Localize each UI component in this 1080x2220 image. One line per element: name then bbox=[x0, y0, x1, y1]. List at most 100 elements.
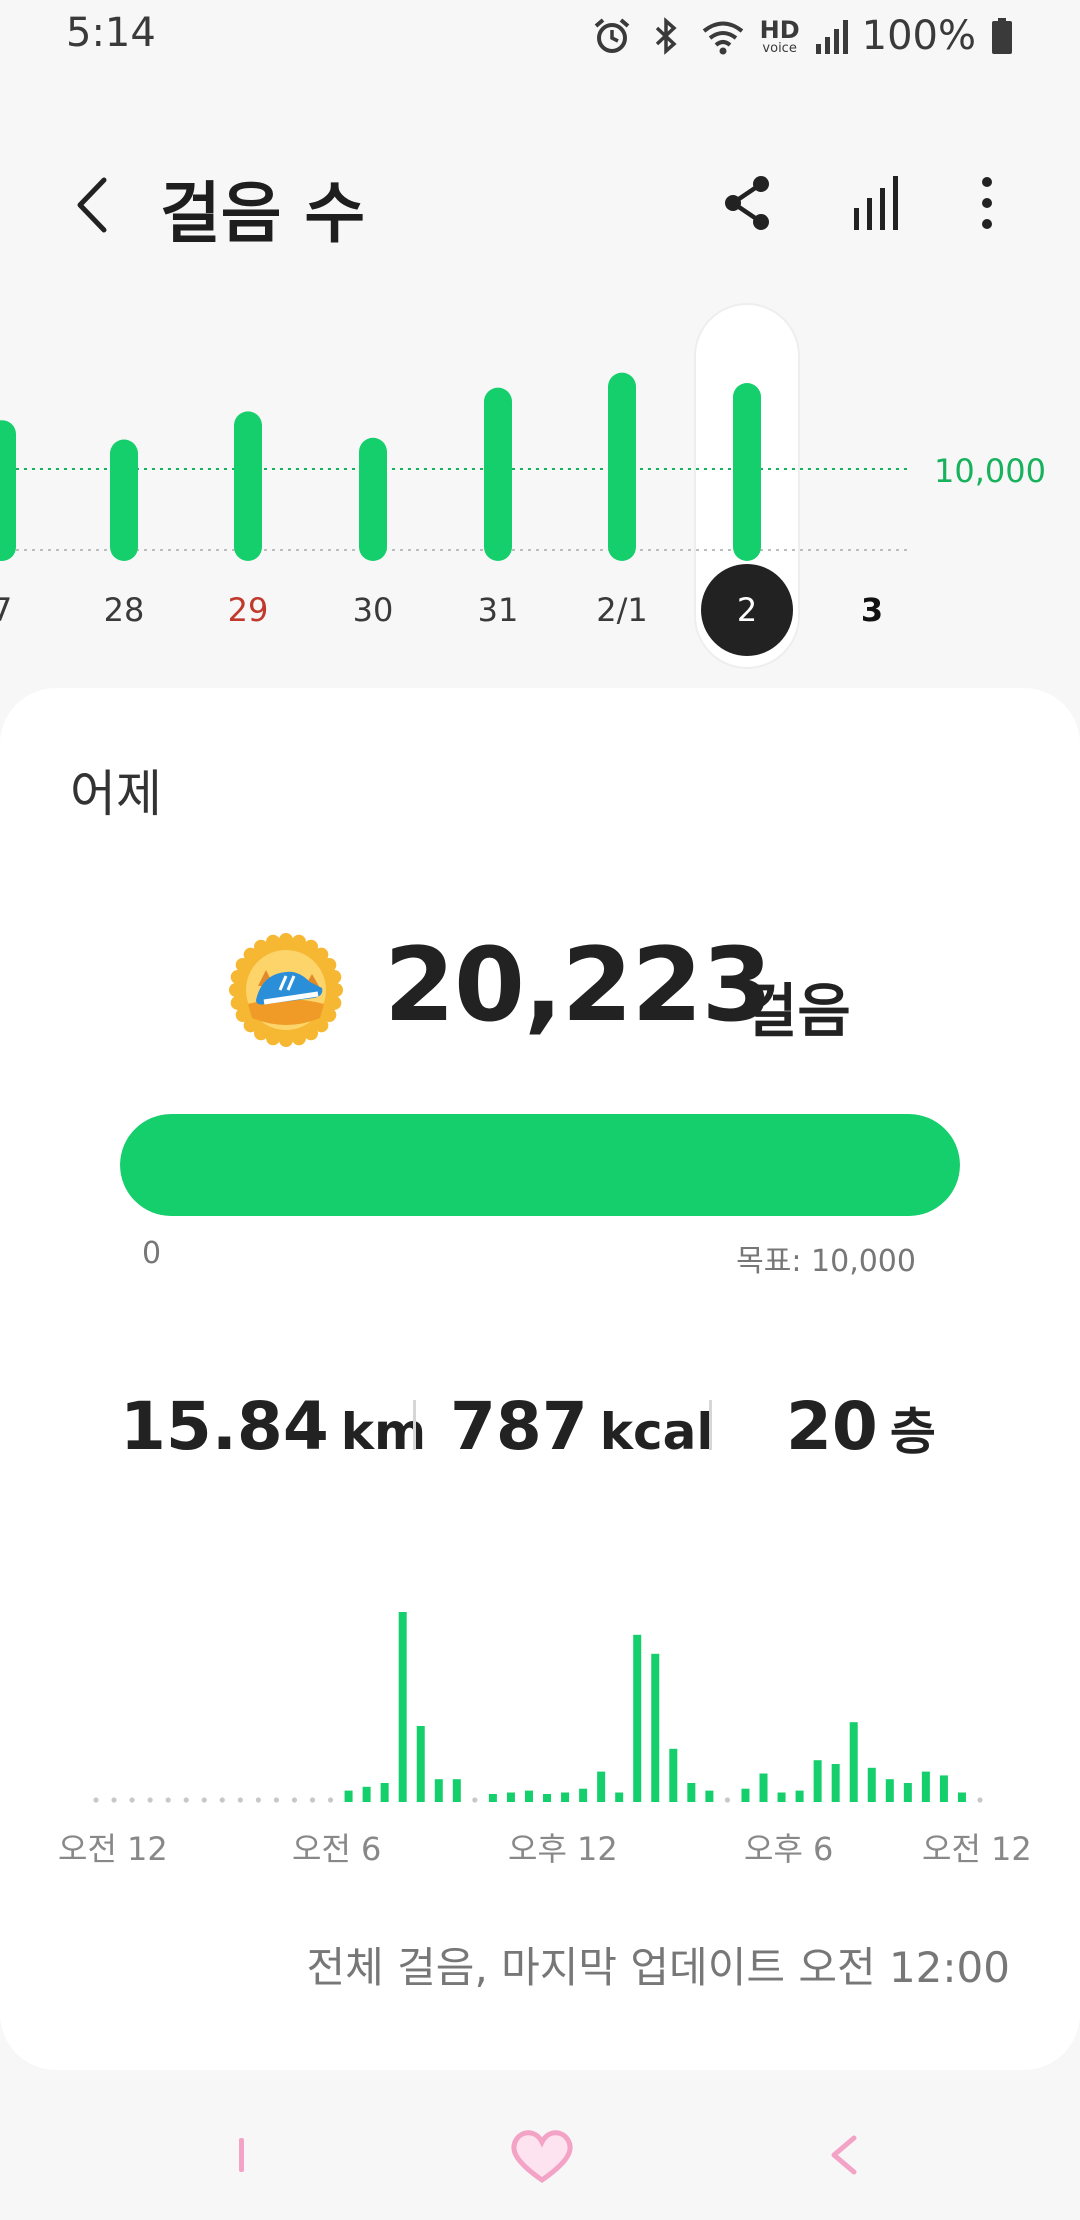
hour-dot bbox=[255, 1797, 261, 1803]
hour-bar bbox=[903, 1783, 912, 1802]
hour-dot bbox=[129, 1797, 135, 1803]
hour-bar bbox=[867, 1767, 876, 1802]
calories-stat: 787 kcal bbox=[450, 1388, 714, 1465]
week-day-label[interactable]: 31 bbox=[478, 591, 519, 629]
hour-bar bbox=[633, 1634, 642, 1802]
hour-dot bbox=[291, 1797, 298, 1803]
hour-dot bbox=[201, 1797, 207, 1803]
hour-bar bbox=[524, 1790, 533, 1802]
week-bar-29[interactable] bbox=[234, 411, 262, 561]
hour-bar bbox=[651, 1653, 660, 1802]
hour-dot bbox=[309, 1797, 316, 1803]
recent-apps-icon bbox=[239, 2138, 244, 2172]
alarm-icon bbox=[592, 16, 632, 56]
week-day-label[interactable]: 2 bbox=[737, 591, 757, 629]
hour-bar bbox=[669, 1748, 678, 1802]
hour-bar bbox=[831, 1764, 840, 1802]
more-options-button[interactable] bbox=[952, 168, 1022, 238]
goal-medal-icon bbox=[226, 930, 346, 1050]
home-button[interactable] bbox=[502, 2120, 582, 2190]
hour-bar bbox=[362, 1786, 371, 1802]
week-bar-7[interactable] bbox=[0, 420, 16, 561]
week-bar-31[interactable] bbox=[484, 387, 512, 561]
time-label: 오후 12 bbox=[508, 1830, 618, 1868]
last-update-note: 전체 걸음, 마지막 업데이트 오전 12:00 bbox=[306, 1943, 1010, 1992]
battery-percent: 100% bbox=[861, 13, 976, 59]
week-bar-2/1[interactable] bbox=[608, 372, 636, 561]
bluetooth-icon bbox=[646, 16, 686, 56]
hour-dot bbox=[237, 1797, 243, 1803]
nav-back-button[interactable] bbox=[802, 2120, 882, 2190]
hour-bar bbox=[795, 1790, 804, 1802]
hour-bar bbox=[506, 1792, 515, 1802]
goal-line-label: 10,000 bbox=[934, 452, 1046, 490]
calories-value: 787 bbox=[450, 1388, 588, 1465]
week-bar-30[interactable] bbox=[359, 437, 387, 561]
hour-dot bbox=[977, 1797, 983, 1803]
hour-bar bbox=[813, 1760, 822, 1802]
hour-bar bbox=[615, 1792, 624, 1802]
hd-voice-icon: HD voice bbox=[759, 15, 800, 56]
week-bar-28[interactable] bbox=[110, 439, 138, 561]
hour-dot bbox=[165, 1797, 171, 1803]
hour-dot bbox=[147, 1797, 153, 1803]
hour-bar bbox=[777, 1792, 786, 1802]
bar-chart-icon bbox=[854, 176, 898, 230]
hour-bar bbox=[687, 1783, 696, 1802]
hour-bar bbox=[561, 1792, 570, 1802]
more-vertical-icon bbox=[982, 177, 992, 229]
nav-back-icon bbox=[831, 2135, 857, 2175]
hour-bar bbox=[452, 1779, 461, 1802]
hour-bar bbox=[380, 1783, 389, 1802]
home-heart-icon bbox=[511, 2130, 573, 2184]
week-day-label[interactable]: 29 bbox=[228, 591, 269, 629]
goal-progress-fill bbox=[120, 1114, 960, 1216]
week-day-label[interactable]: 7 bbox=[0, 591, 12, 629]
hour-bar bbox=[488, 1794, 497, 1802]
hour-bar bbox=[398, 1612, 407, 1802]
hour-bar bbox=[939, 1775, 948, 1802]
status-time: 5:14 bbox=[66, 10, 156, 56]
hour-bar bbox=[344, 1790, 353, 1802]
hour-bar bbox=[597, 1771, 606, 1802]
stat-divider bbox=[709, 1400, 712, 1450]
hour-bar bbox=[759, 1773, 768, 1802]
distance-stat: 15.84 km bbox=[120, 1388, 426, 1465]
back-button[interactable] bbox=[66, 170, 126, 240]
share-button[interactable] bbox=[712, 168, 782, 238]
hour-dot bbox=[273, 1797, 280, 1803]
hour-bar bbox=[921, 1771, 930, 1802]
calories-unit: kcal bbox=[599, 1403, 714, 1461]
hour-bar bbox=[579, 1788, 588, 1802]
hour-bar bbox=[957, 1792, 966, 1802]
stat-divider bbox=[413, 1400, 416, 1450]
floors-unit: 층 bbox=[889, 1403, 936, 1461]
week-day-label[interactable]: 28 bbox=[104, 591, 145, 629]
hour-dot bbox=[472, 1797, 478, 1803]
battery-icon bbox=[990, 16, 1014, 56]
hourly-steps-chart[interactable] bbox=[0, 1580, 1080, 1860]
week-day-label[interactable]: 3 bbox=[861, 591, 883, 629]
progress-goal-label: 목표: 10,000 bbox=[736, 1244, 916, 1279]
hour-bar bbox=[885, 1779, 894, 1802]
status-icons: HD voice 100% bbox=[592, 10, 1014, 62]
hour-bar bbox=[416, 1726, 425, 1802]
selected-day-label: 어제 bbox=[70, 765, 162, 823]
week-day-label[interactable]: 2/1 bbox=[596, 591, 648, 629]
share-icon bbox=[725, 176, 769, 230]
hour-dot bbox=[219, 1797, 225, 1803]
steps-count: 20,223 bbox=[384, 926, 773, 1045]
hour-dot bbox=[724, 1797, 731, 1803]
hour-bar bbox=[849, 1722, 858, 1802]
week-day-label[interactable]: 30 bbox=[353, 591, 394, 629]
signal-icon bbox=[814, 16, 848, 56]
weekly-steps-chart[interactable]: 7 28 29 30 31 2/1 2 3 bbox=[0, 290, 1080, 680]
recent-apps-button[interactable] bbox=[202, 2120, 282, 2190]
wifi-icon bbox=[700, 16, 746, 56]
week-bar-2[interactable] bbox=[733, 383, 761, 561]
progress-min-label: 0 bbox=[142, 1236, 162, 1271]
trends-button[interactable] bbox=[842, 168, 912, 238]
hour-dot bbox=[93, 1797, 99, 1803]
page-title: 걸음 수 bbox=[160, 175, 366, 252]
hour-bar bbox=[543, 1794, 552, 1802]
